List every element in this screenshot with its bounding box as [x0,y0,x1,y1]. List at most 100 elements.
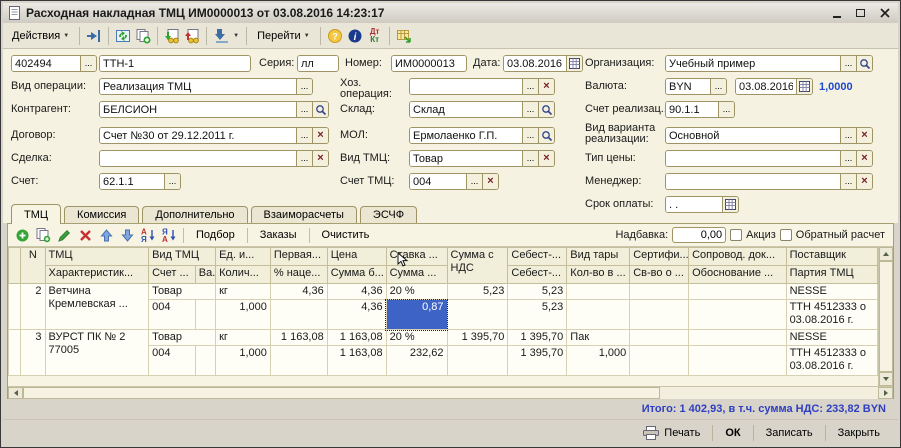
code-input[interactable] [12,56,80,71]
hoz-clear-button[interactable]: × [538,79,554,94]
horizontal-scroll-track[interactable] [660,387,878,399]
summa-b-cell[interactable]: 4,36 [327,300,386,330]
summa-nds-cell-selected[interactable]: 0,87 [386,300,447,330]
vid-tmc-select-button[interactable]: ... [522,151,538,166]
org-input[interactable] [666,56,840,71]
kolvo-v-cell[interactable] [567,300,630,330]
vertical-scrollbar[interactable] [878,247,893,386]
col-harakteristika[interactable]: Характеристик... [45,266,149,284]
horizontal-scrollbar[interactable] [8,386,893,399]
col-soprovod[interactable]: Сопровод. док... [689,248,786,266]
tmc-name-cell[interactable]: Ветчина Кремлевская ... [45,284,149,330]
row-number-cell[interactable]: 3 [21,330,45,376]
col-svvo[interactable]: Св-во о ... [630,266,689,284]
currency-input[interactable] [666,79,710,94]
sebest-cell[interactable]: 5,23 [508,284,567,300]
sklad-open-button[interactable] [538,102,554,117]
postavshik-cell[interactable]: NESSE [786,284,877,300]
col-n[interactable]: N [21,248,45,284]
add-row-button[interactable] [13,227,31,244]
stavka-cell[interactable]: 20 % [386,330,447,346]
mol-input[interactable] [410,128,522,143]
col-vid-tary[interactable]: Вид тары [567,248,630,266]
dogovor-clear-button[interactable]: × [312,128,328,143]
copy-document-button[interactable] [134,27,152,45]
vid-tmc-clear-button[interactable]: × [538,151,554,166]
close-button[interactable] [875,6,894,21]
soprovod-cell[interactable] [689,330,786,346]
reverse-checkbox[interactable] [780,229,792,241]
svvo-cell[interactable] [630,346,689,376]
tab-eschf[interactable]: ЭСЧФ [360,206,417,223]
tab-vzaimoraschety[interactable]: Взаиморасчеты [251,206,357,223]
post-document-button[interactable] [85,27,103,45]
horizontal-scroll-thumb[interactable] [23,387,660,399]
cena-cell[interactable]: 1 163,08 [327,330,386,346]
date-input[interactable] [504,56,566,71]
variant-select-button[interactable]: ... [840,128,856,143]
mol-open-button[interactable] [538,128,554,143]
tab-tmc[interactable]: ТМЦ [11,204,61,224]
ed-cell[interactable]: кг [216,284,271,300]
vertical-scroll-thumb[interactable] [879,261,893,372]
dogovor-select-button[interactable]: ... [296,128,312,143]
row-selector-cell[interactable] [9,330,21,376]
kolichestvo-cell[interactable]: 1,000 [216,300,271,330]
currency-date-calendar-button[interactable] [796,79,812,94]
col-postavshik[interactable]: Поставщик [786,248,877,266]
schet-cell[interactable]: 004 [149,346,196,376]
vid-tary-cell[interactable] [567,284,630,300]
col-schet[interactable]: Счет ... [149,266,196,284]
col-kolichestvo[interactable]: Колич... [216,266,271,284]
manager-input[interactable] [666,174,840,189]
dogovor-input[interactable] [100,128,296,143]
minimize-button[interactable] [827,6,846,21]
price-type-clear-button[interactable]: × [856,151,872,166]
vid-tmc-input[interactable] [410,151,522,166]
sertifikat-cell[interactable] [630,330,689,346]
soprovod-cell[interactable] [689,284,786,300]
col-obosnovanie[interactable]: Обоснование ... [689,266,786,284]
col-nacenka[interactable]: % наце... [270,266,327,284]
doc-form-input[interactable] [100,56,250,71]
col-stavka[interactable]: Ставка ... [386,248,447,266]
doc-in-button[interactable] [163,27,181,45]
scroll-up-button[interactable] [879,247,893,261]
col-sertifikat[interactable]: Сертифи... [630,248,689,266]
move-up-button[interactable] [97,227,115,244]
schet-cell[interactable]: 004 [149,300,196,330]
vid-tary-cell[interactable]: Пак [567,330,630,346]
ok-button[interactable]: ОК [715,424,750,442]
sdelka-clear-button[interactable]: × [312,151,328,166]
contragent-open-button[interactable] [312,102,328,117]
actions-menu-button[interactable]: Действия ▼ [7,28,74,44]
help-button[interactable]: ? [326,27,344,45]
maximize-button[interactable] [851,6,870,21]
summa-s-nds-cell[interactable]: 1 395,70 [447,330,508,346]
col-sebest-2[interactable]: Себест-... [508,266,567,284]
sklad-select-button[interactable]: ... [522,102,538,117]
col-partiya[interactable]: Партия ТМЦ [786,266,877,284]
manager-select-button[interactable]: ... [840,174,856,189]
currency-date-input[interactable] [736,79,796,94]
code-select-button[interactable]: ... [80,56,96,71]
col-selector[interactable] [9,248,21,284]
operation-input[interactable] [100,79,296,94]
acc-tmc-clear-button[interactable]: × [482,174,498,189]
col-kolvo-v[interactable]: Кол-во в ... [567,266,630,284]
price-type-select-button[interactable]: ... [840,151,856,166]
vid-tmc-cell[interactable]: Товар [149,284,216,300]
manager-clear-button[interactable]: × [856,174,872,189]
sebest-sub-cell[interactable]: 1 395,70 [508,346,567,376]
stavka-cell[interactable]: 20 % [386,284,447,300]
sdelka-select-button[interactable]: ... [296,151,312,166]
delete-row-button[interactable] [76,227,94,244]
col-cena[interactable]: Цена [327,248,386,266]
goto-menu-button[interactable]: Перейти ▼ [252,28,315,44]
acc-input[interactable] [100,174,164,189]
currency-select-button[interactable]: ... [710,79,726,94]
sklad-input[interactable] [410,102,522,117]
svvo-cell[interactable] [630,300,689,330]
kolvo-v-cell[interactable]: 1,000 [567,346,630,376]
info-button[interactable]: i [346,27,364,45]
